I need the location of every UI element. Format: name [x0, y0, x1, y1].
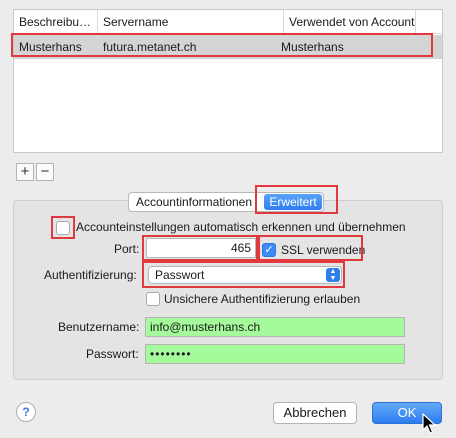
ssl-highlight-marker [258, 235, 363, 261]
auth-highlight-marker [142, 261, 345, 288]
auth-label: Authentifizierung: [44, 268, 137, 282]
checkbox-highlight-marker [51, 216, 75, 239]
add-account-button[interactable]: + [16, 163, 34, 181]
password-field[interactable]: •••••••• [145, 344, 405, 364]
column-header-empty [416, 10, 442, 34]
tab-highlight-marker [255, 185, 338, 214]
help-button[interactable]: ? [16, 402, 36, 422]
insecure-auth-checkbox[interactable] [146, 292, 160, 306]
row-highlight-marker [11, 33, 433, 57]
password-label: Passwort: [86, 347, 139, 361]
column-header-used-by-account[interactable]: Verwendet von Account [284, 10, 416, 34]
port-label: Port: [114, 242, 140, 256]
username-label: Benutzername: [58, 320, 140, 334]
column-header-description[interactable]: Beschreibu… [14, 10, 98, 34]
remove-account-button[interactable]: − [36, 163, 54, 181]
username-field[interactable]: info@musterhans.ch [145, 317, 405, 337]
column-header-servername[interactable]: Servername [98, 10, 284, 34]
cancel-button[interactable]: Abbrechen [273, 402, 357, 424]
auto-detect-label: Accounteinstellungen automatisch erkenne… [76, 220, 406, 234]
accounts-table: Beschreibu… Servername Verwendet von Acc… [13, 9, 443, 153]
port-highlight-marker [142, 235, 258, 261]
insecure-auth-label: Unsichere Authentifizierung erlauben [164, 292, 361, 306]
tab-accountinformationen[interactable]: Accountinformationen [129, 193, 259, 211]
mouse-cursor-icon [422, 413, 436, 434]
